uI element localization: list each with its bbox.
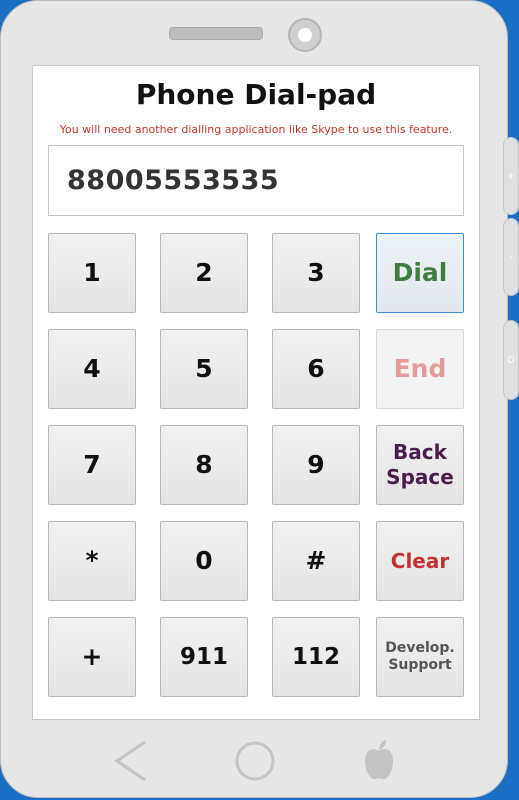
power-button[interactable]: O bbox=[503, 320, 519, 400]
power-label: O bbox=[507, 354, 515, 366]
phone-frame: Phone Dial-pad You will need another dia… bbox=[0, 0, 508, 798]
key-star[interactable]: * bbox=[48, 521, 136, 601]
key-5[interactable]: 5 bbox=[160, 329, 248, 409]
speaker-grille bbox=[169, 27, 263, 40]
key-hash[interactable]: # bbox=[272, 521, 360, 601]
key-1[interactable]: 1 bbox=[48, 233, 136, 313]
volume-down-label: - bbox=[509, 251, 513, 263]
key-0[interactable]: 0 bbox=[160, 521, 248, 601]
key-112[interactable]: 112 bbox=[272, 617, 360, 697]
key-4[interactable]: 4 bbox=[48, 329, 136, 409]
key-7[interactable]: 7 bbox=[48, 425, 136, 505]
volume-down-button[interactable]: - bbox=[503, 218, 519, 296]
key-plus[interactable]: + bbox=[48, 617, 136, 697]
key-9[interactable]: 9 bbox=[272, 425, 360, 505]
develop-support-button[interactable]: Develop. Support bbox=[376, 617, 464, 697]
key-3[interactable]: 3 bbox=[272, 233, 360, 313]
number-display[interactable]: 88005553535 bbox=[48, 145, 464, 216]
backspace-label-line1: Back bbox=[393, 440, 447, 464]
clear-button[interactable]: Clear bbox=[376, 521, 464, 601]
key-6[interactable]: 6 bbox=[272, 329, 360, 409]
camera-icon bbox=[288, 18, 322, 52]
home-circle-icon[interactable] bbox=[233, 739, 277, 783]
volume-up-button[interactable]: + bbox=[503, 137, 519, 215]
key-911[interactable]: 911 bbox=[160, 617, 248, 697]
phone-screen: Phone Dial-pad You will need another dia… bbox=[32, 65, 480, 720]
apple-logo-icon[interactable] bbox=[361, 739, 397, 783]
support-label-line1: Develop. bbox=[385, 639, 455, 656]
dial-button[interactable]: Dial bbox=[376, 233, 464, 313]
backspace-button[interactable]: Back Space bbox=[376, 425, 464, 505]
end-button[interactable]: End bbox=[376, 329, 464, 409]
page-title: Phone Dial-pad bbox=[135, 78, 377, 111]
key-2[interactable]: 2 bbox=[160, 233, 248, 313]
skype-notice: You will need another dialling applicati… bbox=[59, 123, 453, 136]
support-label-line2: Support bbox=[388, 657, 452, 673]
back-arrow-icon[interactable] bbox=[111, 739, 151, 783]
volume-up-label: + bbox=[506, 170, 516, 182]
key-8[interactable]: 8 bbox=[160, 425, 248, 505]
backspace-label-line2: Space bbox=[386, 465, 454, 489]
